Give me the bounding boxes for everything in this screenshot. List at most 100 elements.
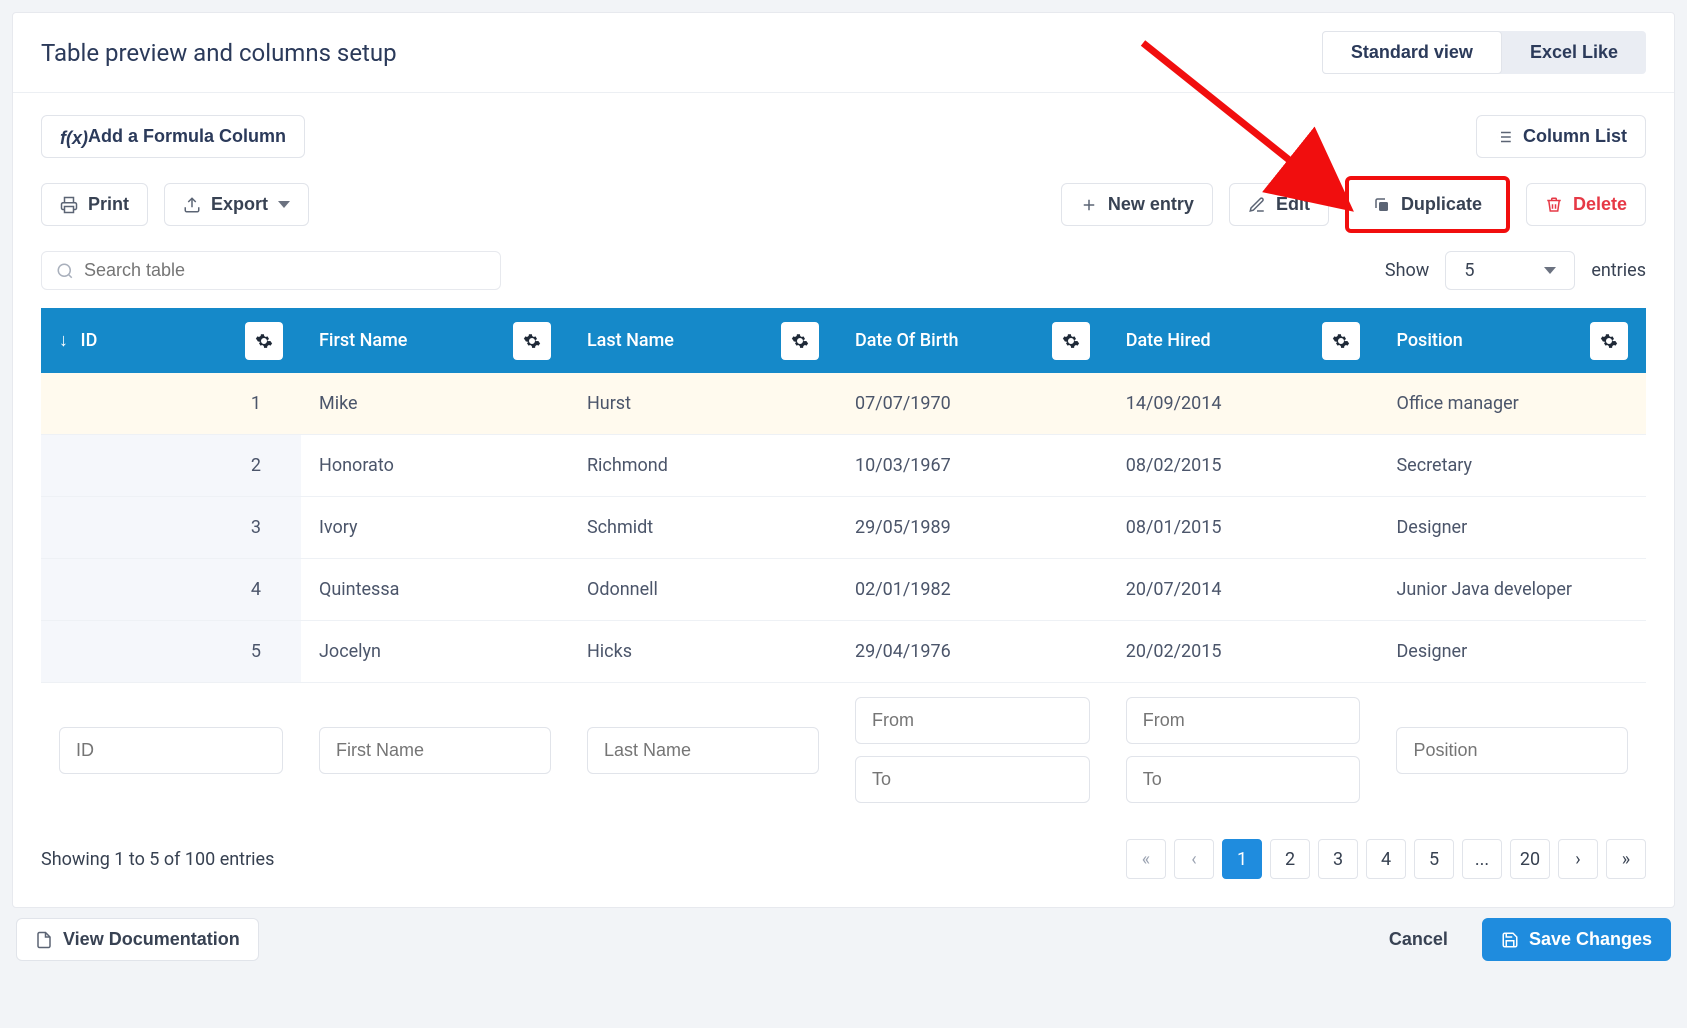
cell-dob: 07/07/1970 [837, 373, 1108, 435]
table-row[interactable]: 2 Honorato Richmond 10/03/1967 08/02/201… [41, 435, 1646, 497]
duplicate-button[interactable]: Duplicate [1345, 176, 1510, 233]
col-header-last[interactable]: Last Name [569, 308, 837, 373]
filter-id[interactable] [59, 727, 283, 774]
page-button[interactable]: 5 [1414, 839, 1454, 879]
col-settings-id[interactable] [245, 322, 283, 360]
cell-id: 1 [41, 373, 301, 435]
table-row[interactable]: 3 Ivory Schmidt 29/05/1989 08/01/2015 De… [41, 497, 1646, 559]
col-header-hired[interactable]: Date Hired [1108, 308, 1379, 373]
cell-first: Quintessa [301, 559, 569, 621]
col-header-id[interactable]: ↓ ID [41, 308, 301, 373]
chevron-down-icon [1544, 267, 1556, 274]
cell-id: 3 [41, 497, 301, 559]
chevron-down-icon [278, 201, 290, 208]
data-table: ↓ ID First Name Last Name Date Of Birth [41, 308, 1646, 817]
column-list-button[interactable]: Column List [1476, 115, 1646, 158]
show-entries-value: 5 [1464, 260, 1474, 281]
document-icon [35, 931, 53, 949]
add-formula-button[interactable]: f(x) Add a Formula Column [41, 115, 305, 158]
filter-dob-from[interactable] [855, 697, 1090, 744]
new-entry-label: New entry [1108, 194, 1194, 215]
trash-icon [1545, 196, 1563, 214]
page-button[interactable]: 20 [1510, 839, 1550, 879]
export-icon [183, 196, 201, 214]
show-entries-select[interactable]: 5 [1445, 251, 1575, 290]
page-last-button[interactable]: » [1606, 839, 1646, 879]
filter-last[interactable] [587, 727, 819, 774]
col-settings-dob[interactable] [1052, 322, 1090, 360]
page-next-button[interactable]: › [1558, 839, 1598, 879]
view-documentation-button[interactable]: View Documentation [16, 918, 259, 961]
col-settings-hired[interactable] [1322, 322, 1360, 360]
chevron-prev-icon: ‹ [1191, 849, 1196, 870]
search-input[interactable] [84, 260, 486, 281]
page-button[interactable]: 2 [1270, 839, 1310, 879]
cell-id: 2 [41, 435, 301, 497]
gear-icon [1600, 332, 1618, 350]
page-button[interactable]: 4 [1366, 839, 1406, 879]
cell-first: Honorato [301, 435, 569, 497]
view-excel-button[interactable]: Excel Like [1502, 31, 1646, 74]
cell-last: Schmidt [569, 497, 837, 559]
edit-icon [1248, 196, 1266, 214]
table-row[interactable]: 4 Quintessa Odonnell 02/01/1982 20/07/20… [41, 559, 1646, 621]
new-entry-button[interactable]: New entry [1061, 183, 1213, 226]
filter-first[interactable] [319, 727, 551, 774]
cell-last: Odonnell [569, 559, 837, 621]
table-row[interactable]: 1 Mike Hurst 07/07/1970 14/09/2014 Offic… [41, 373, 1646, 435]
page-button[interactable]: 1 [1222, 839, 1262, 879]
cell-first: Jocelyn [301, 621, 569, 683]
cancel-button[interactable]: Cancel [1371, 919, 1466, 960]
page-button[interactable]: 3 [1318, 839, 1358, 879]
gear-icon [1332, 332, 1350, 350]
delete-button[interactable]: Delete [1526, 183, 1646, 226]
col-settings-first[interactable] [513, 322, 551, 360]
column-list-label: Column List [1523, 126, 1627, 147]
cell-first: Mike [301, 373, 569, 435]
cell-dob: 02/01/1982 [837, 559, 1108, 621]
edit-button[interactable]: Edit [1229, 183, 1329, 226]
fx-icon: f(x) [60, 128, 78, 146]
cell-hired: 14/09/2014 [1108, 373, 1379, 435]
cell-last: Richmond [569, 435, 837, 497]
filter-position[interactable] [1396, 727, 1628, 774]
view-standard-button[interactable]: Standard view [1322, 31, 1502, 74]
table-row[interactable]: 5 Jocelyn Hicks 29/04/1976 20/02/2015 De… [41, 621, 1646, 683]
save-icon [1501, 931, 1519, 949]
cell-dob: 29/04/1976 [837, 621, 1108, 683]
search-icon [56, 262, 74, 280]
print-label: Print [88, 194, 129, 215]
page-button[interactable]: ... [1462, 839, 1502, 879]
col-settings-position[interactable] [1590, 322, 1628, 360]
col-header-dob[interactable]: Date Of Birth [837, 308, 1108, 373]
chevron-first-icon: « [1142, 849, 1150, 870]
col-header-first[interactable]: First Name [301, 308, 569, 373]
print-button[interactable]: Print [41, 183, 148, 226]
duplicate-label: Duplicate [1401, 194, 1482, 215]
filter-hired-from[interactable] [1126, 697, 1361, 744]
sort-down-icon: ↓ [59, 330, 68, 351]
delete-label: Delete [1573, 194, 1627, 215]
pagination-summary: Showing 1 to 5 of 100 entries [41, 849, 274, 870]
page-first-button[interactable]: « [1126, 839, 1166, 879]
chevron-next-icon: › [1575, 849, 1580, 870]
filter-dob-to[interactable] [855, 756, 1090, 803]
filter-hired-to[interactable] [1126, 756, 1361, 803]
export-button[interactable]: Export [164, 183, 309, 226]
cell-position: Office manager [1378, 373, 1646, 435]
plus-icon [1080, 196, 1098, 214]
page-prev-button[interactable]: ‹ [1174, 839, 1214, 879]
view-documentation-label: View Documentation [63, 929, 240, 950]
gear-icon [255, 332, 273, 350]
cell-hired: 08/01/2015 [1108, 497, 1379, 559]
cell-hired: 20/07/2014 [1108, 559, 1379, 621]
search-input-wrapper[interactable] [41, 251, 501, 290]
cell-first: Ivory [301, 497, 569, 559]
col-header-position[interactable]: Position [1378, 308, 1646, 373]
cell-position: Designer [1378, 497, 1646, 559]
col-settings-last[interactable] [781, 322, 819, 360]
export-label: Export [211, 194, 268, 215]
gear-icon [523, 332, 541, 350]
add-formula-label: Add a Formula Column [88, 126, 286, 147]
save-button[interactable]: Save Changes [1482, 918, 1671, 961]
